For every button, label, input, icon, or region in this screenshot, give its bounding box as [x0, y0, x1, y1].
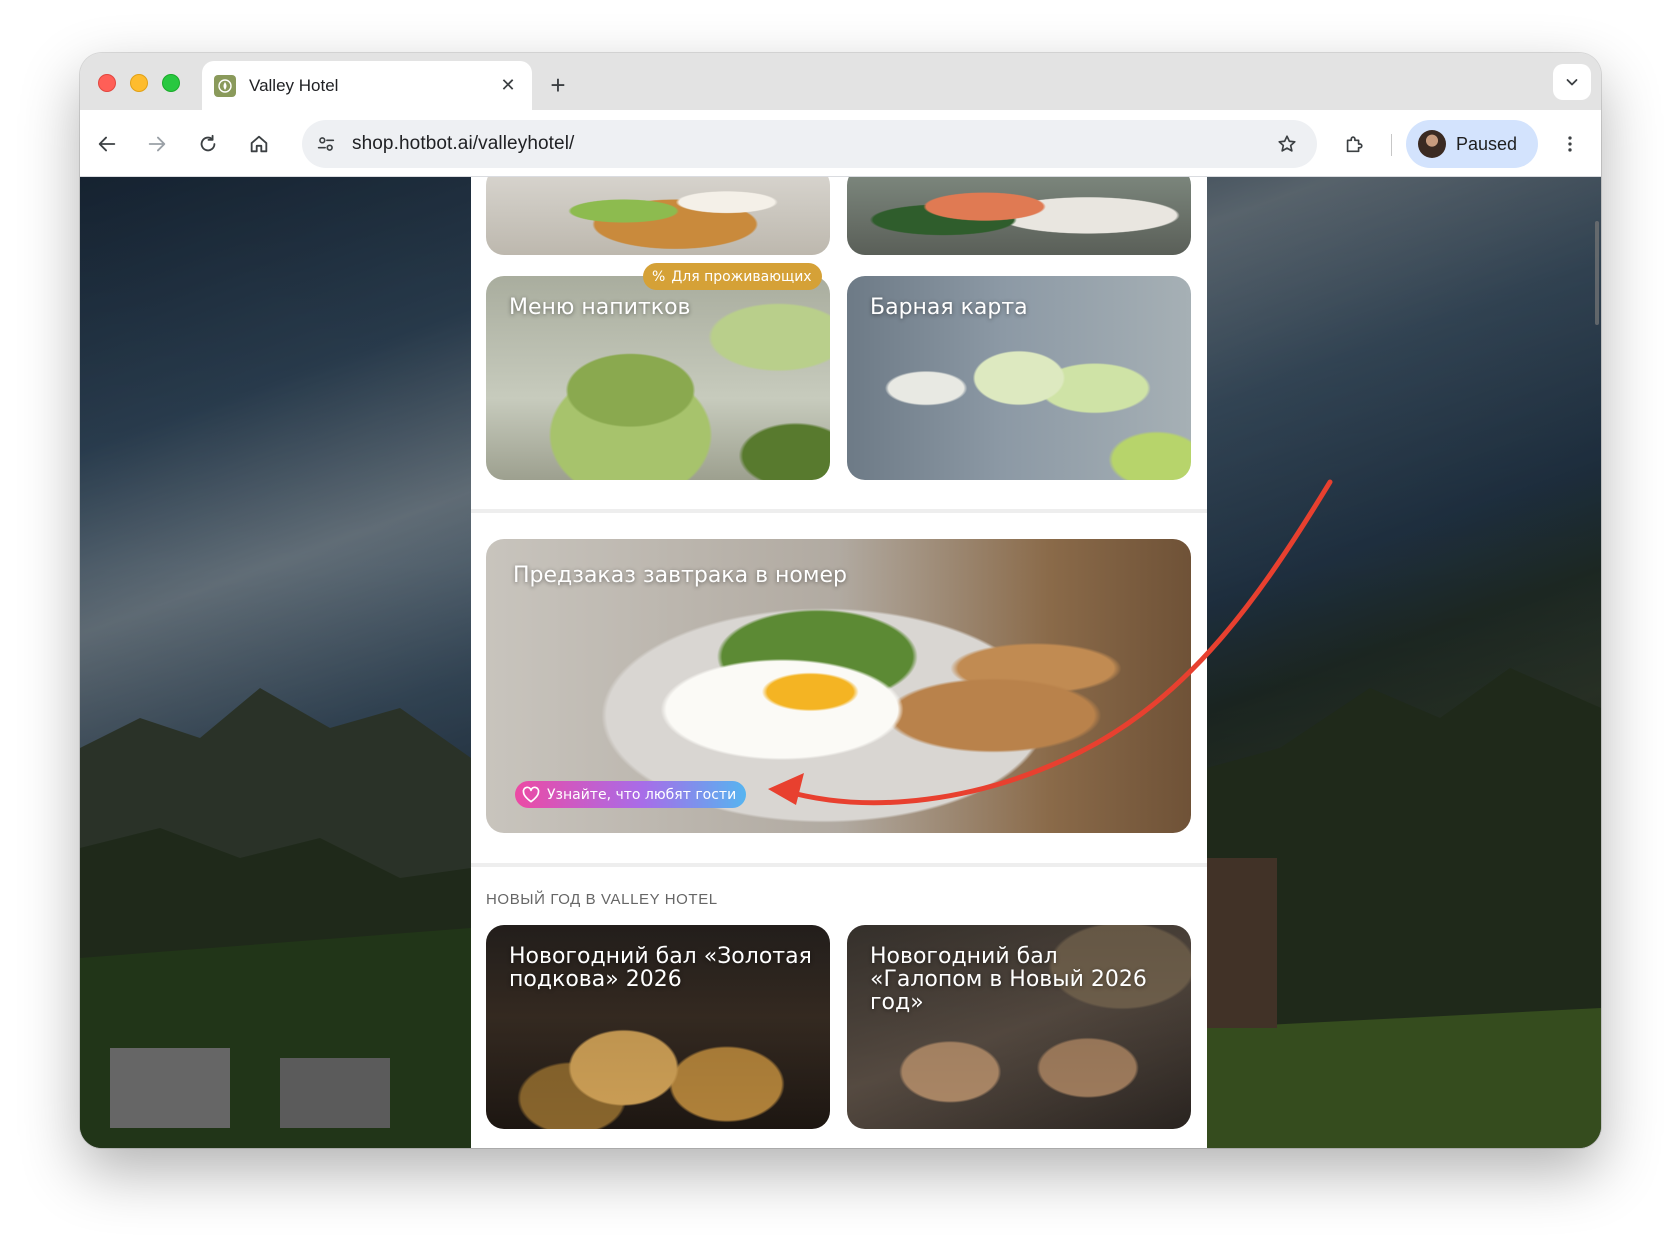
browser-tab-active[interactable]: Valley Hotel ✕ [202, 61, 532, 110]
new-tab-button[interactable]: + [543, 70, 573, 100]
new-year-ball-gallop-card[interactable]: Новогодний бал «Галопом в Новый 2026 год… [847, 925, 1191, 1129]
arrow-right-icon [148, 136, 166, 152]
close-window-button[interactable] [98, 74, 116, 92]
extensions-button[interactable] [1337, 127, 1371, 161]
page-viewport: % Для проживающих Меню напитков Барная к… [80, 177, 1601, 1148]
food-card-top-left[interactable] [486, 177, 830, 255]
new-year-card-title: Новогодний бал «Галопом в Новый 2026 год… [870, 944, 1147, 1015]
site-settings-button[interactable] [308, 126, 344, 162]
arrow-left-icon [98, 136, 116, 152]
address-bar[interactable]: shop.hotbot.ai/valleyhotel/ [302, 120, 1317, 168]
guests-love-badge[interactable]: Узнайте, что любят гости [515, 781, 747, 808]
url-text[interactable]: shop.hotbot.ai/valleyhotel/ [352, 133, 1269, 155]
menu-content-column: % Для проживающих Меню напитков Барная к… [471, 177, 1207, 1148]
new-year-ball-golden-horseshoe-card[interactable]: Новогодний бал «Золотая подкова» 2026 [486, 925, 830, 1129]
bar-menu-card[interactable]: Барная карта [847, 276, 1191, 480]
page-scrollbar[interactable] [1595, 221, 1599, 325]
profile-button[interactable]: Paused [1406, 120, 1538, 168]
section-divider [471, 863, 1207, 867]
home-button[interactable] [242, 127, 276, 161]
breakfast-preorder-title: Предзаказ завтрака в номер [513, 563, 847, 588]
section-divider [471, 509, 1207, 513]
puzzle-icon [1346, 136, 1363, 153]
back-button[interactable] [90, 127, 124, 161]
breakfast-preorder-card[interactable]: Предзаказ завтрака в номер Узнайте, что … [486, 539, 1191, 833]
new-year-card-title: Новогодний бал «Золотая подкова» 2026 [509, 944, 812, 992]
star-icon [1278, 135, 1296, 152]
tab-search-button[interactable] [1553, 64, 1591, 100]
profile-status-label: Paused [1456, 133, 1518, 154]
maximize-window-button[interactable] [162, 74, 180, 92]
toolbar-divider [1391, 134, 1392, 156]
tab-title: Valley Hotel [249, 75, 339, 95]
home-icon [250, 135, 268, 153]
new-year-section-label: НОВЫЙ ГОД В VALLEY HOTEL [486, 891, 718, 908]
hotel-favicon-icon [214, 74, 236, 97]
minimize-window-button[interactable] [130, 74, 148, 92]
guests-love-badge-label: Узнайте, что любят гости [547, 786, 737, 803]
chevron-down-icon [1566, 79, 1578, 86]
tune-icon [317, 137, 335, 151]
title-bar: Valley Hotel ✕ + [80, 53, 1601, 110]
forward-button[interactable] [140, 127, 174, 161]
browser-window: Valley Hotel ✕ + shop.hotbot.ai/valleyho… [80, 53, 1601, 1148]
bar-menu-title: Барная карта [870, 295, 1028, 320]
percent-icon: % [652, 268, 666, 285]
close-tab-icon[interactable]: ✕ [496, 74, 520, 98]
heart-icon [522, 786, 540, 802]
residents-discount-badge: % Для проживающих [643, 263, 822, 290]
drinks-menu-card[interactable]: Меню напитков [486, 276, 830, 480]
browser-toolbar: shop.hotbot.ai/valleyhotel/ Paused [80, 110, 1601, 177]
avatar [1418, 130, 1446, 158]
residents-badge-label: Для проживающих [671, 268, 812, 285]
bookmark-button[interactable] [1269, 126, 1305, 162]
reload-button[interactable] [191, 127, 225, 161]
screenshot-stage: Valley Hotel ✕ + shop.hotbot.ai/valleyho… [0, 0, 1680, 1252]
drinks-menu-title: Меню напитков [509, 295, 691, 320]
food-card-top-right[interactable] [847, 177, 1191, 255]
reload-icon [200, 134, 216, 152]
more-vertical-icon [1568, 136, 1572, 152]
browser-menu-button[interactable] [1553, 127, 1587, 161]
